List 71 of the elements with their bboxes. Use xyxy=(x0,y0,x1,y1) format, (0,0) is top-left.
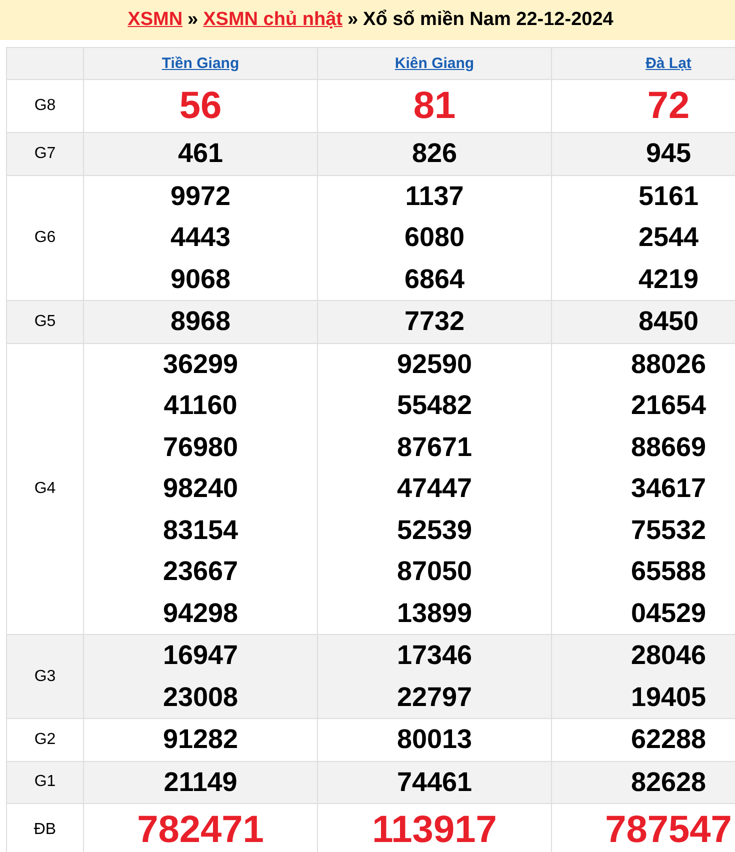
prize-number: 6864 xyxy=(404,262,465,296)
prize-number: 461 xyxy=(178,137,224,170)
prize-number: 04529 xyxy=(630,596,706,630)
prize-number: 23667 xyxy=(162,555,238,588)
prize-number: 75532 xyxy=(630,514,706,546)
prize-label: G5 xyxy=(34,312,56,330)
province-link[interactable]: Kiên Giang xyxy=(394,54,474,72)
prize-label: G2 xyxy=(34,730,56,748)
prize-number: 21149 xyxy=(164,766,238,798)
prize-number: 8968 xyxy=(170,305,231,338)
prize-number: 76980 xyxy=(162,430,238,464)
breadcrumb-link[interactable]: XSMN chủ nhật xyxy=(203,6,342,34)
prize-number: 9068 xyxy=(170,262,231,296)
prize-number: 88026 xyxy=(630,348,706,380)
province-link[interactable]: Tiền Giang xyxy=(162,54,240,72)
prize-number: 5161 xyxy=(638,180,699,212)
prize-number: 9972 xyxy=(170,180,231,212)
prize-number: 65588 xyxy=(630,555,706,588)
page-title: Xổ số miền Nam 22-12-2024 xyxy=(363,8,614,32)
prize-label: ĐB xyxy=(34,821,56,838)
prize-number: 36299 xyxy=(162,348,238,380)
prize-label: G1 xyxy=(34,773,56,790)
prize-number: 81 xyxy=(413,84,456,129)
prize-number: 28046 xyxy=(630,639,706,672)
prize-number: 16947 xyxy=(162,639,238,672)
prize-number: 87050 xyxy=(396,555,472,588)
prize-label: G3 xyxy=(34,668,56,684)
prize-number: 2544 xyxy=(638,221,699,254)
prize-number: 62288 xyxy=(630,723,706,756)
prize-number: 80013 xyxy=(396,723,472,756)
breadcrumb-separator: » xyxy=(347,8,358,32)
prize-number: 787547 xyxy=(605,808,732,852)
prize-number: 47447 xyxy=(396,472,472,505)
prize-number: 94298 xyxy=(162,596,238,630)
prize-number: 826 xyxy=(412,137,458,170)
prize-number: 945 xyxy=(646,137,692,170)
prize-number: 21654 xyxy=(630,389,706,422)
prize-number: 782471 xyxy=(137,808,264,852)
prize-number: 55482 xyxy=(396,389,472,422)
prize-number: 8450 xyxy=(638,305,699,338)
prize-number: 72 xyxy=(647,84,690,129)
prize-number: 41160 xyxy=(164,389,238,422)
prize-number: 13899 xyxy=(396,596,472,630)
prize-number: 1137 xyxy=(405,180,464,212)
prize-number: 52539 xyxy=(396,514,472,546)
province-link[interactable]: Đà Lạt xyxy=(646,54,692,72)
prize-label: G7 xyxy=(34,144,56,162)
breadcrumb-separator: » xyxy=(188,8,198,32)
prize-number: 4219 xyxy=(638,262,699,296)
prize-number: 83154 xyxy=(162,514,238,546)
prize-number: 22797 xyxy=(396,680,472,714)
prize-number: 34617 xyxy=(630,472,706,505)
prize-number: 113917 xyxy=(372,808,497,852)
prize-label: G4 xyxy=(34,480,56,497)
prize-number: 98240 xyxy=(162,472,238,505)
prize-number: 88669 xyxy=(630,430,706,464)
prize-label: G8 xyxy=(34,97,56,114)
prize-number: 74461 xyxy=(396,766,472,798)
prize-number: 56 xyxy=(179,84,222,129)
prize-number: 87671 xyxy=(396,430,472,464)
prize-label: G6 xyxy=(34,228,56,246)
prize-number: 82628 xyxy=(630,766,706,798)
prize-number: 6080 xyxy=(404,221,465,254)
prize-number: 4443 xyxy=(170,221,231,254)
prize-number: 91282 xyxy=(162,723,238,756)
prize-number: 92590 xyxy=(396,348,472,380)
prize-number: 7732 xyxy=(404,305,465,338)
prize-number: 19405 xyxy=(630,680,706,714)
breadcrumb-link[interactable]: XSMN xyxy=(128,6,183,34)
prize-number: 17346 xyxy=(396,639,472,672)
prize-number: 23008 xyxy=(162,680,238,714)
